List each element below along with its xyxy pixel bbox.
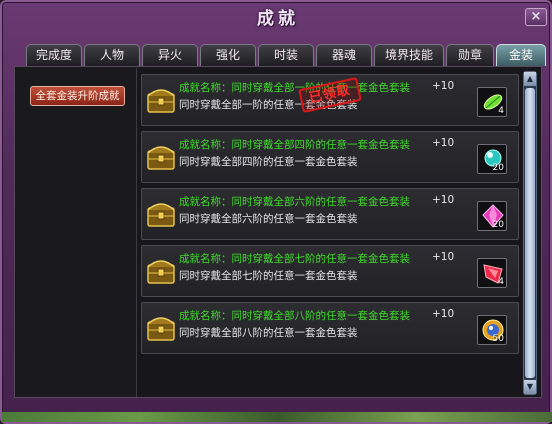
achievement-row: 成就名称：同时穿戴全部七阶的任意一套金色套装 +10 同时穿戴全部七阶的任意一套… <box>141 245 519 297</box>
achievement-points: +10 <box>432 194 455 206</box>
reward-item-slot[interactable]: 50 <box>477 315 507 345</box>
tab-completion[interactable]: 完成度 <box>26 44 82 66</box>
treasure-chest-icon <box>147 146 175 170</box>
achievement-description: 同时穿戴全部四阶的任意一套金色套装 <box>179 156 358 168</box>
background-scenery <box>2 412 552 422</box>
achievement-row: 成就名称：同时穿戴全部四阶的任意一套金色套装 +10 同时穿戴全部四阶的任意一套… <box>141 131 519 183</box>
achievement-points: +10 <box>432 137 455 149</box>
tab-character[interactable]: 人物 <box>84 44 140 66</box>
reward-item-count: 4 <box>498 277 504 287</box>
achievement-points: +10 <box>432 80 455 92</box>
reward-item-count: 20 <box>492 163 504 173</box>
achievement-description: 同时穿戴全部七阶的任意一套金色套装 <box>179 270 358 282</box>
tab-medal[interactable]: 勋章 <box>446 44 494 66</box>
scroll-thumb[interactable] <box>525 88 535 378</box>
treasure-chest-icon <box>147 260 175 284</box>
tab-gold-gear[interactable]: 金装 <box>496 44 546 66</box>
reward-item-count: 50 <box>492 334 504 344</box>
achievement-name: 成就名称：同时穿戴全部四阶的任意一套金色套装 <box>179 139 410 151</box>
reward-item-slot[interactable]: 4 <box>477 258 507 288</box>
achievement-name: 成就名称：同时穿戴全部八阶的任意一套金色套装 <box>179 310 410 322</box>
achievement-description: 同时穿戴全部八阶的任意一套金色套装 <box>179 327 358 339</box>
reward-item-count: 20 <box>492 220 504 230</box>
window-title: 成就 <box>257 9 299 29</box>
achievement-description: 同时穿戴全部六阶的任意一套金色套装 <box>179 213 358 225</box>
achievement-row: 成就名称：同时穿戴全部六阶的任意一套金色套装 +10 同时穿戴全部六阶的任意一套… <box>141 188 519 240</box>
tab-fashion[interactable]: 时装 <box>258 44 314 66</box>
vertical-scrollbar[interactable]: ▲ ▼ <box>523 71 537 395</box>
tab-realm-skill[interactable]: 境界技能 <box>374 44 444 66</box>
achievement-name: 成就名称：同时穿戴全部一阶的任意一套金色套装 <box>179 82 410 94</box>
treasure-chest-icon <box>147 317 175 341</box>
achievement-points: +10 <box>432 251 455 263</box>
tab-enhance[interactable]: 强化 <box>200 44 256 66</box>
content-panel: 全套金装升阶成就 成就名称：同时穿戴全部一阶的任意一套金色套装 +10 同时穿戴… <box>14 66 542 398</box>
reward-item-slot[interactable]: 4 <box>477 87 507 117</box>
category-gold-set-upgrade-button[interactable]: 全套金装升阶成就 <box>30 86 125 106</box>
achievement-name: 成就名称：同时穿戴全部七阶的任意一套金色套装 <box>179 253 410 265</box>
achievement-points: +10 <box>432 308 455 320</box>
achievement-name: 成就名称：同时穿戴全部六阶的任意一套金色套装 <box>179 196 410 208</box>
category-sidebar: 全套金装升阶成就 <box>16 68 137 397</box>
scroll-up-arrow-icon[interactable]: ▲ <box>524 72 536 86</box>
treasure-chest-icon <box>147 203 175 227</box>
reward-item-slot[interactable]: 20 <box>477 144 507 174</box>
scroll-down-arrow-icon[interactable]: ▼ <box>524 380 536 394</box>
achievement-row: 成就名称：同时穿戴全部八阶的任意一套金色套装 +10 同时穿戴全部八阶的任意一套… <box>141 302 519 354</box>
reward-item-slot[interactable]: 20 <box>477 201 507 231</box>
reward-item-count: 4 <box>498 106 504 116</box>
treasure-chest-icon <box>147 89 175 113</box>
tab-soul[interactable]: 器魂 <box>316 44 372 66</box>
tab-strange-fire[interactable]: 异火 <box>142 44 198 66</box>
achievement-row: 成就名称：同时穿戴全部一阶的任意一套金色套装 +10 同时穿戴全部一阶的任意一套… <box>141 74 519 126</box>
achievement-window: 成就 × 完成度 人物 异火 强化 时装 器魂 境界技能 勋章 金装 全套金装升… <box>0 0 552 424</box>
close-button[interactable]: × <box>525 8 547 26</box>
